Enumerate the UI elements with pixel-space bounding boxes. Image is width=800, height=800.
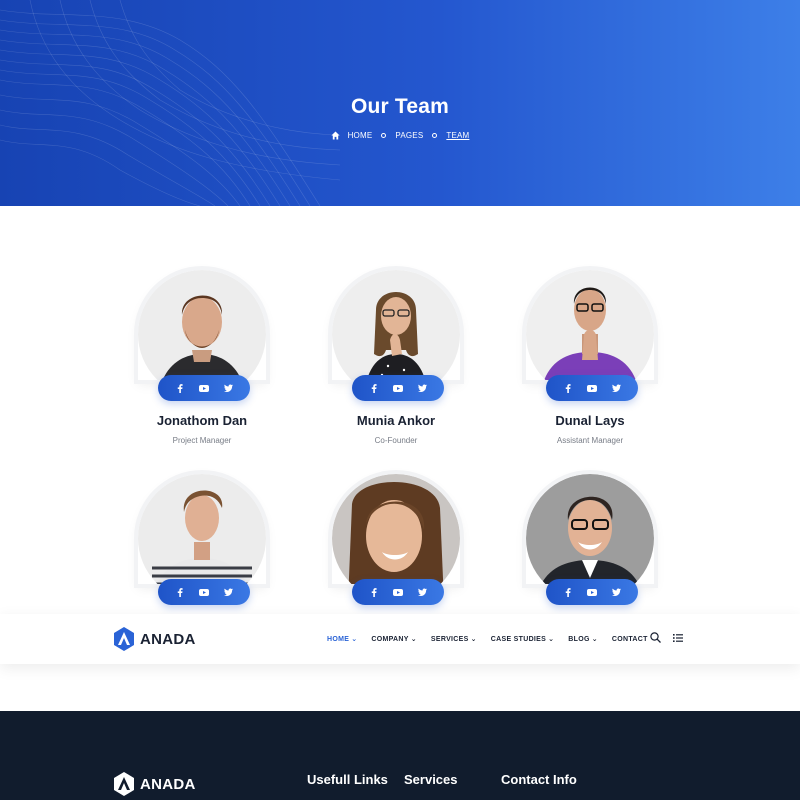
avatar-man-glasses-purple-shirt bbox=[526, 270, 654, 380]
search-icon[interactable] bbox=[650, 632, 661, 643]
logo-text: ANADA bbox=[140, 775, 196, 793]
avatar-woman-glasses-polka-dot bbox=[332, 270, 460, 380]
youtube-icon[interactable] bbox=[199, 384, 209, 392]
social-links bbox=[546, 579, 638, 605]
twitter-icon[interactable] bbox=[611, 588, 621, 596]
twitter-icon[interactable] bbox=[223, 384, 233, 392]
facebook-icon[interactable] bbox=[175, 587, 185, 597]
site-logo[interactable]: ANADA bbox=[113, 627, 196, 651]
breadcrumb-separator bbox=[381, 133, 387, 138]
social-links bbox=[158, 375, 250, 401]
chevron-down-icon: ⌄ bbox=[548, 636, 555, 643]
footer-heading-links: Usefull Links bbox=[307, 772, 388, 787]
avatar-frame bbox=[332, 270, 460, 380]
social-links bbox=[352, 579, 444, 605]
avatar-frame bbox=[332, 474, 460, 584]
avatar-frame bbox=[138, 474, 266, 584]
avatar-frame bbox=[526, 270, 654, 380]
chevron-down-icon: ⌄ bbox=[351, 636, 358, 643]
social-links bbox=[158, 579, 250, 605]
avatar-man-striped-shirt bbox=[138, 474, 266, 584]
main-navbar: ANADA HOME ⌄ COMPANY ⌄ SERVICES ⌄ CASE STUD… bbox=[0, 614, 800, 664]
youtube-icon[interactable] bbox=[393, 384, 403, 392]
breadcrumb-team: TEAM bbox=[446, 131, 470, 140]
chevron-down-icon: ⌄ bbox=[410, 636, 417, 643]
nav-item-company[interactable]: COMPANY ⌄ bbox=[371, 635, 417, 643]
youtube-icon[interactable] bbox=[587, 588, 597, 596]
member-role: Project Manager bbox=[172, 436, 232, 445]
social-links bbox=[352, 375, 444, 401]
facebook-icon[interactable] bbox=[369, 587, 379, 597]
avatar-woman-smiling bbox=[332, 474, 460, 584]
nav-tools bbox=[650, 632, 683, 643]
member-role: Assistant Manager bbox=[556, 436, 624, 445]
list-menu-icon[interactable] bbox=[673, 633, 683, 642]
facebook-icon[interactable] bbox=[369, 383, 379, 393]
social-links bbox=[546, 375, 638, 401]
nav-item-home[interactable]: HOME ⌄ bbox=[327, 635, 357, 643]
footer-heading-contact: Contact Info bbox=[501, 772, 577, 787]
nav-item-services[interactable]: SERVICES ⌄ bbox=[431, 635, 477, 643]
page-hero: Our Team HOME PAGES TEAM bbox=[0, 0, 800, 206]
home-icon bbox=[331, 131, 340, 140]
member-name: Munia Ankor bbox=[356, 413, 436, 428]
avatar-frame bbox=[138, 270, 266, 380]
footer-logo[interactable]: ANADA bbox=[113, 772, 196, 796]
member-name: Jonathom Dan bbox=[156, 413, 248, 428]
page-title: Our Team bbox=[350, 95, 450, 118]
youtube-icon[interactable] bbox=[393, 588, 403, 596]
logo-mark-icon bbox=[114, 772, 134, 796]
logo-text: ANADA bbox=[140, 630, 196, 648]
facebook-icon[interactable] bbox=[563, 587, 573, 597]
member-name: Dunal Lays bbox=[555, 413, 625, 428]
facebook-icon[interactable] bbox=[563, 383, 573, 393]
twitter-icon[interactable] bbox=[223, 588, 233, 596]
nav-item-case-studies[interactable]: CASE STUDIES ⌄ bbox=[491, 635, 555, 643]
site-footer: ANADA Usefull Links Services Contact Inf… bbox=[0, 711, 800, 800]
facebook-icon[interactable] bbox=[175, 383, 185, 393]
breadcrumb-separator bbox=[432, 133, 438, 138]
youtube-icon[interactable] bbox=[587, 384, 597, 392]
avatar-frame bbox=[526, 474, 654, 584]
footer-heading-services: Services bbox=[404, 772, 458, 787]
chevron-down-icon: ⌄ bbox=[470, 636, 477, 643]
logo-mark-icon bbox=[114, 627, 134, 651]
nav-menu: HOME ⌄ COMPANY ⌄ SERVICES ⌄ CASE STUDIES ⌄ B… bbox=[327, 614, 648, 664]
avatar-man-glasses-suit bbox=[526, 474, 654, 584]
youtube-icon[interactable] bbox=[199, 588, 209, 596]
member-role: Co-Founder bbox=[374, 436, 418, 445]
twitter-icon[interactable] bbox=[611, 384, 621, 392]
chevron-down-icon: ⌄ bbox=[591, 636, 598, 643]
breadcrumb-home[interactable]: HOME bbox=[348, 131, 373, 140]
breadcrumb: HOME PAGES TEAM bbox=[0, 131, 800, 140]
avatar-man-beard-black-sweater bbox=[138, 270, 266, 380]
twitter-icon[interactable] bbox=[417, 384, 427, 392]
nav-item-contact[interactable]: CONTACT bbox=[612, 636, 648, 643]
nav-item-blog[interactable]: BLOG ⌄ bbox=[568, 635, 598, 643]
twitter-icon[interactable] bbox=[417, 588, 427, 596]
breadcrumb-pages[interactable]: PAGES bbox=[395, 131, 423, 140]
